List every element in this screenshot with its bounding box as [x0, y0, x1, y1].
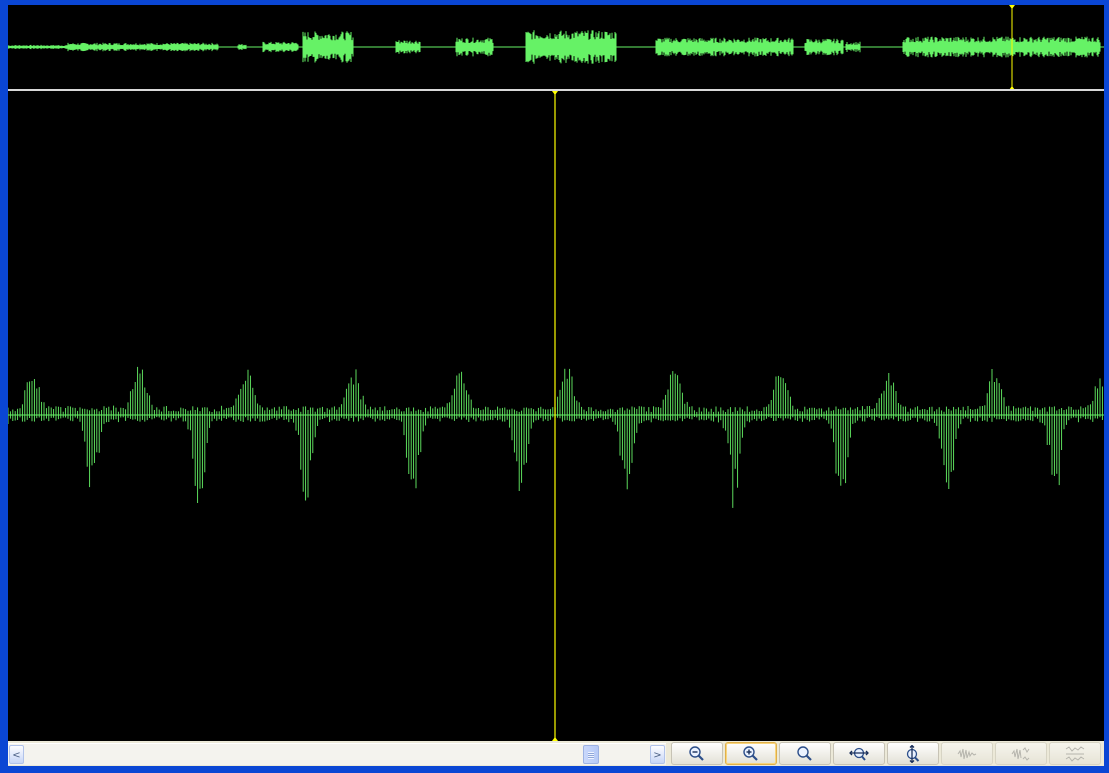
scroll-right-button[interactable]: > [650, 745, 665, 764]
overview-waveform-panel[interactable] [8, 5, 1104, 90]
zoom-out-icon [689, 745, 704, 761]
zoom-in-button[interactable] [725, 742, 777, 765]
wave-mode-1-button[interactable] [941, 742, 993, 765]
waveform-stack-icon [1065, 745, 1085, 762]
fit-vertical-icon [906, 744, 920, 763]
overview-wave-group [8, 30, 1104, 64]
waveform-split-icon [1011, 746, 1030, 761]
main-playhead-top-marker[interactable] [552, 91, 558, 95]
audio-editor-window: < > [0, 0, 1109, 773]
zoom-out-button[interactable] [671, 742, 723, 765]
zoom-in-icon [743, 745, 758, 761]
chevron-right-icon: > [653, 750, 662, 761]
chevron-left-icon: < [12, 750, 21, 761]
zoom-toolbar [667, 741, 1104, 766]
main-waveform-panel[interactable] [8, 91, 1104, 741]
bottom-bar: < > [8, 741, 1104, 766]
zoom-normal-button[interactable] [779, 742, 831, 765]
overview-waveform[interactable] [8, 5, 1104, 90]
fit-horizontal-button[interactable] [833, 742, 885, 765]
scroll-thumb[interactable] [583, 745, 599, 764]
zoom-icon [797, 745, 812, 761]
fit-horizontal-icon [849, 747, 869, 761]
overview-playhead-top-marker[interactable] [1009, 5, 1015, 9]
grip-icon [588, 752, 594, 759]
wave-mode-2-button[interactable] [995, 742, 1047, 765]
waveform-icon [957, 748, 977, 759]
wave-mode-3-button[interactable] [1049, 742, 1101, 765]
scroll-left-button[interactable]: < [9, 745, 24, 764]
fit-vertical-button[interactable] [887, 742, 939, 765]
horizontal-scrollbar[interactable]: < > [8, 743, 666, 765]
main-waveform[interactable] [8, 91, 1104, 741]
